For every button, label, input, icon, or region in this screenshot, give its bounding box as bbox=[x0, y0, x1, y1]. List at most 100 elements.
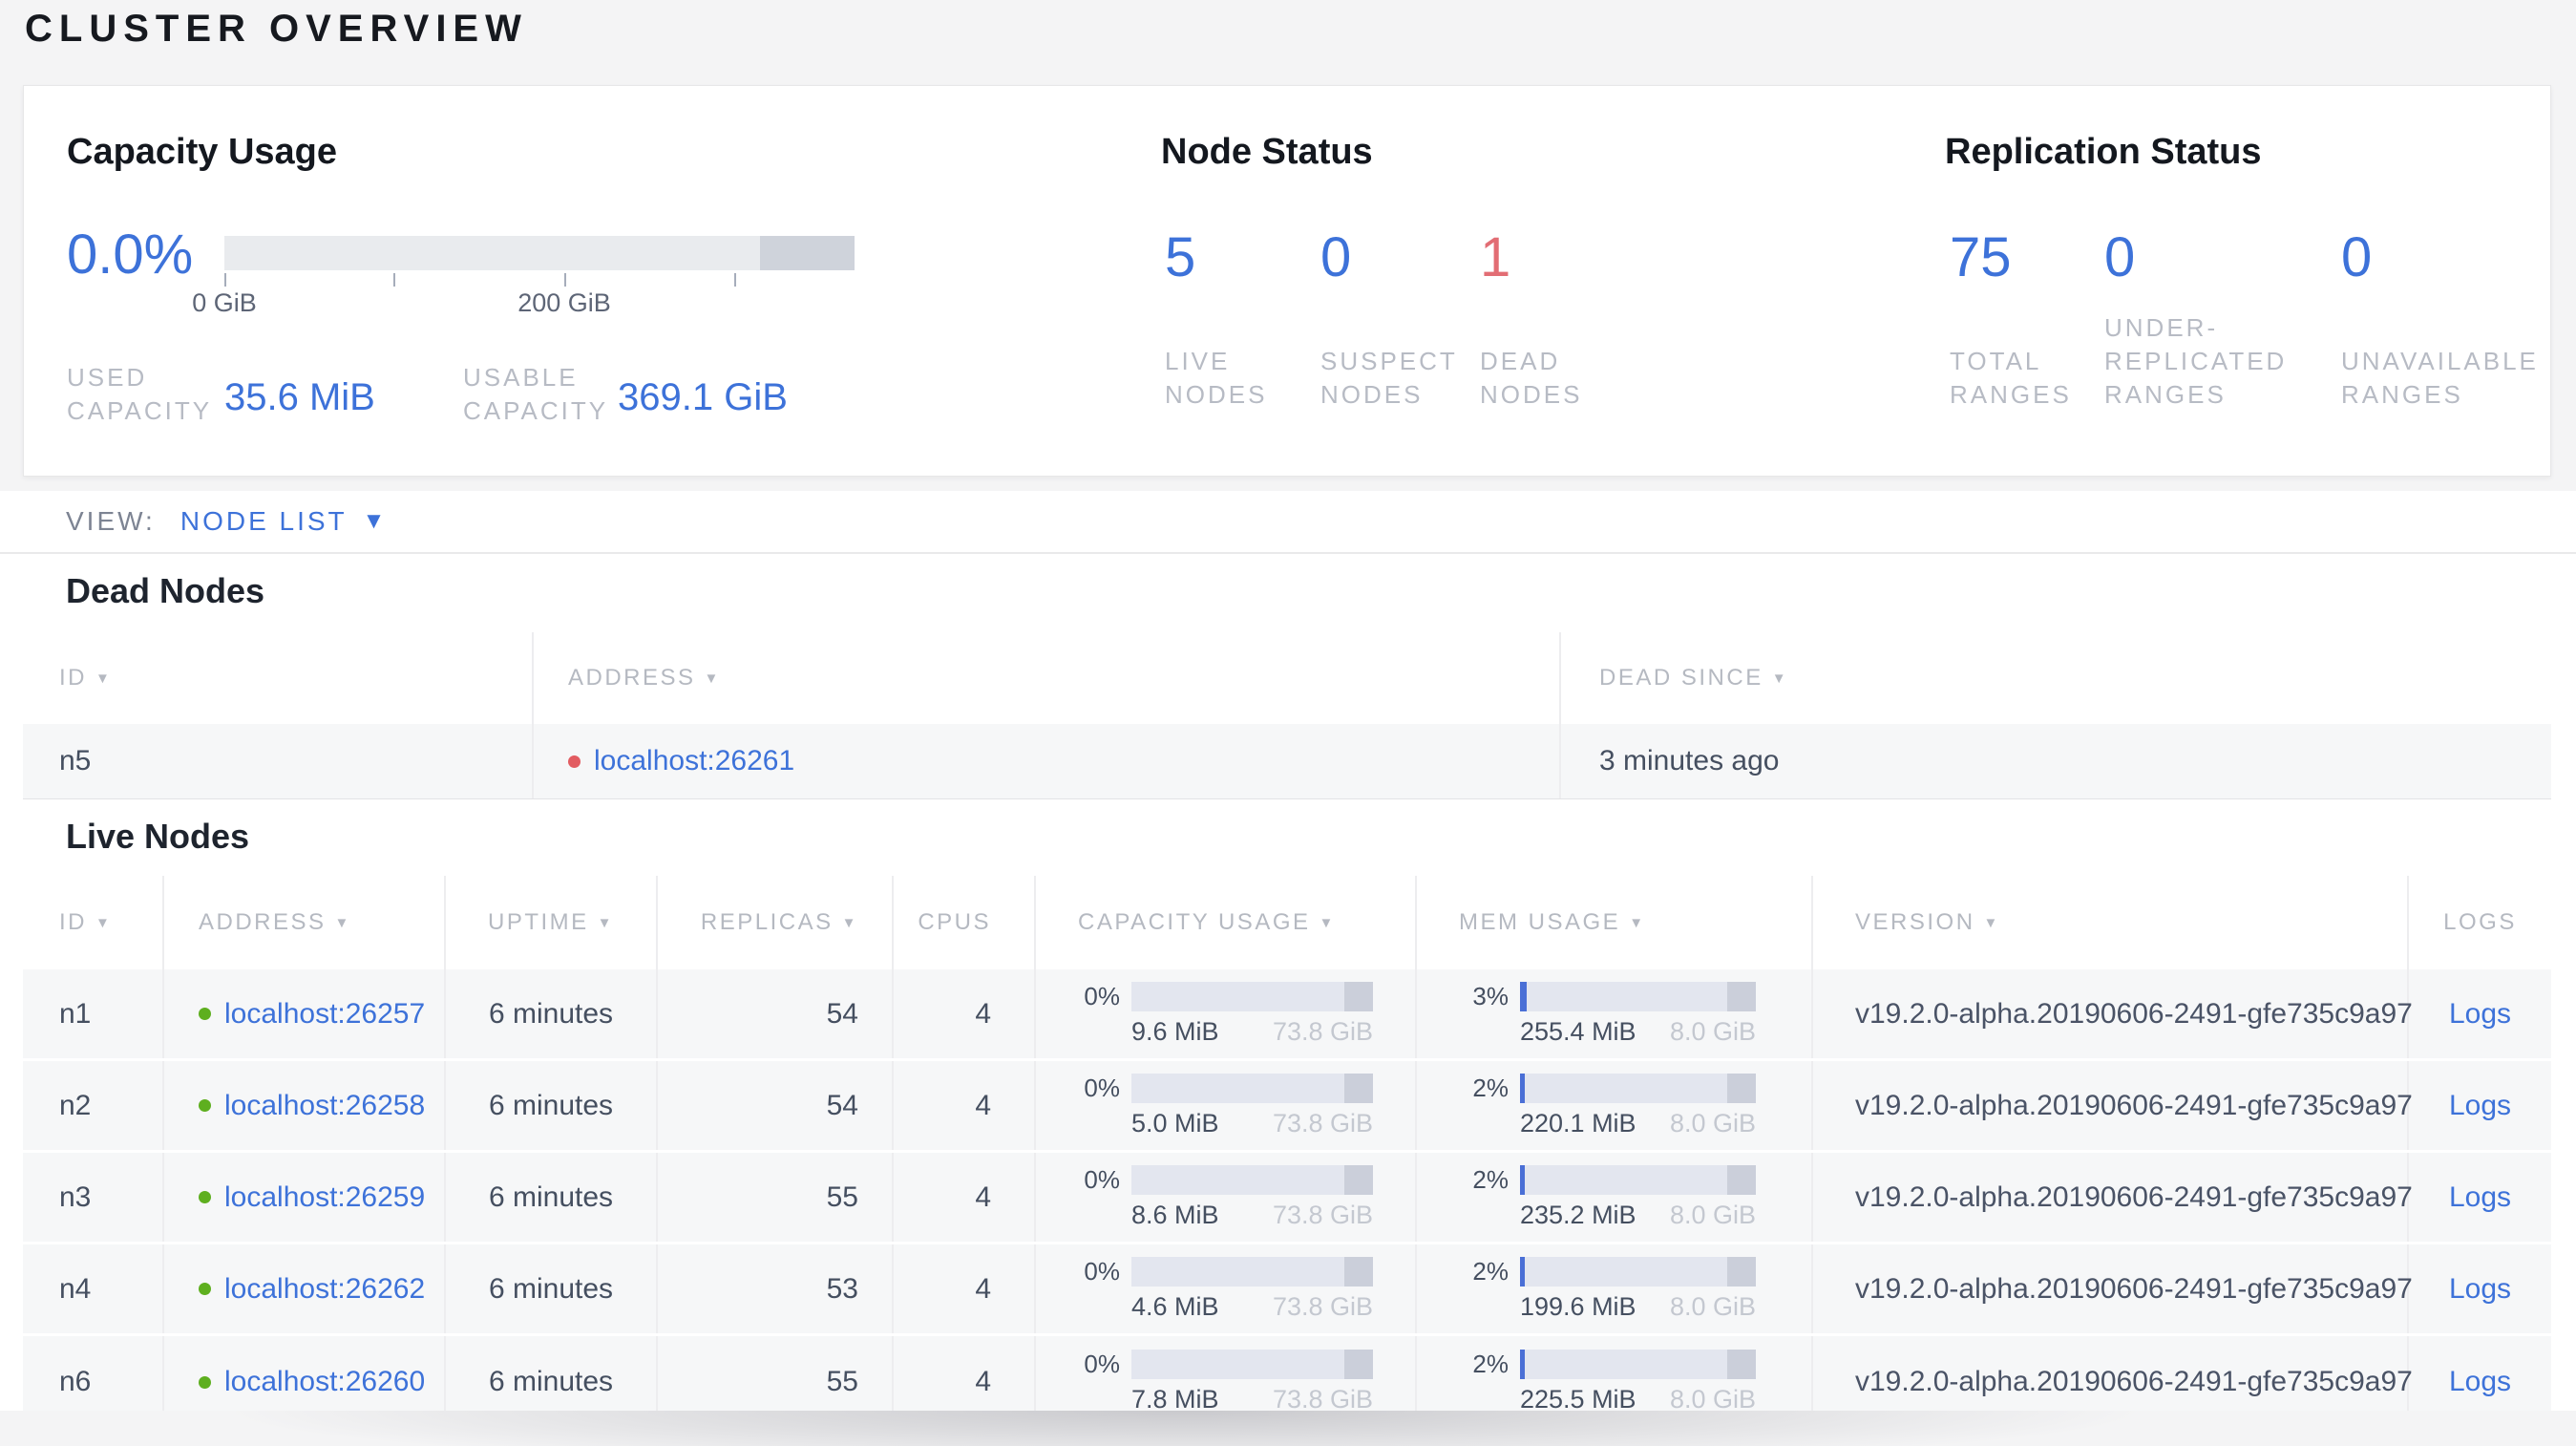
logs-link[interactable]: Logs bbox=[2449, 1090, 2511, 1122]
replication-status-title: Replication Status bbox=[1945, 132, 2262, 172]
tick-label-0gib: 0 GiB bbox=[192, 288, 257, 317]
cpus-cell: 4 bbox=[894, 969, 1036, 1058]
cpus-cell: 4 bbox=[894, 1336, 1036, 1411]
table-row: n6 localhost:26260 6 minutes 55 4 0% 7.8… bbox=[23, 1336, 2551, 1411]
node-id-cell: n6 bbox=[23, 1336, 164, 1411]
sort-icon: ▼ bbox=[95, 914, 113, 931]
suspect-nodes-label: SUSPECT NODES bbox=[1320, 347, 1458, 409]
capacity-usage-cell: 0% 5.0 MiB 73.8 GiB bbox=[1036, 1061, 1417, 1150]
sort-icon: ▼ bbox=[1319, 914, 1336, 931]
logs-link[interactable]: Logs bbox=[2449, 1273, 2511, 1306]
node-address-link[interactable]: localhost:26260 bbox=[224, 1366, 425, 1398]
mem-bar bbox=[1520, 1073, 1756, 1103]
node-id-cell: n5 bbox=[23, 724, 534, 798]
column-header-logs[interactable]: LOGS bbox=[2409, 876, 2551, 969]
live-nodes-heading: Live Nodes bbox=[66, 817, 250, 856]
mem-bar bbox=[1520, 981, 1756, 1011]
version-cell: v19.2.0-alpha.20190606-2491-gfe735c9a97 bbox=[1813, 1336, 2413, 1411]
column-header-id[interactable]: ID ▼ bbox=[23, 632, 534, 724]
capacity-axis-labels: 0 GiB 200 GiB bbox=[192, 288, 855, 321]
capacity-usage-cell: 0% 7.8 MiB 73.8 GiB bbox=[1036, 1336, 1417, 1411]
uptime-cell: 6 minutes bbox=[446, 1336, 658, 1411]
node-address-link[interactable]: localhost:26262 bbox=[224, 1273, 425, 1306]
logs-link[interactable]: Logs bbox=[2449, 1181, 2511, 1214]
version-cell: v19.2.0-alpha.20190606-2491-gfe735c9a97 bbox=[1813, 1153, 2413, 1242]
column-header-mem-usage[interactable]: MEM USAGE ▼ bbox=[1417, 876, 1813, 969]
uptime-cell: 6 minutes bbox=[446, 1244, 658, 1333]
capacity-bar bbox=[1131, 1073, 1373, 1103]
uptime-cell: 6 minutes bbox=[446, 1153, 658, 1242]
column-header-address[interactable]: ADDRESS ▼ bbox=[534, 632, 1561, 724]
replicas-cell: 53 bbox=[658, 1244, 894, 1333]
logs-link[interactable]: Logs bbox=[2449, 998, 2511, 1031]
main-panel: Dead Nodes ID ▼ ADDRESS ▼ DEAD SINCE ▼ n5 l… bbox=[0, 554, 2576, 1411]
version-cell: v19.2.0-alpha.20190606-2491-gfe735c9a97 bbox=[1813, 1244, 2413, 1333]
capacity-bar bbox=[1131, 981, 1373, 1011]
node-address-link[interactable]: localhost:26261 bbox=[594, 745, 794, 777]
node-address-cell: localhost:26260 bbox=[164, 1336, 446, 1411]
total-ranges-count: 75 bbox=[1950, 226, 2012, 288]
logs-link[interactable]: Logs bbox=[2449, 1366, 2511, 1398]
node-address-link[interactable]: localhost:26258 bbox=[224, 1090, 425, 1122]
column-header-uptime[interactable]: UPTIME ▼ bbox=[446, 876, 658, 969]
column-header-id[interactable]: ID ▼ bbox=[23, 876, 164, 969]
sort-icon: ▼ bbox=[95, 670, 113, 687]
node-address-link[interactable]: localhost:26257 bbox=[224, 998, 425, 1031]
dead-since-cell: 3 minutes ago bbox=[1599, 745, 1780, 776]
mem-usage-cell: 2% 225.5 MiB 8.0 GiB bbox=[1417, 1336, 1813, 1411]
table-row: n1 localhost:26257 6 minutes 54 4 0% 9.6… bbox=[23, 969, 2551, 1061]
live-status-dot-icon bbox=[199, 1375, 211, 1389]
dead-nodes-stat: 1 DEAD NODES bbox=[1480, 229, 1618, 412]
under-replicated-label: UNDER-REPLICATED RANGES bbox=[2104, 313, 2288, 409]
version-cell: v19.2.0-alpha.20190606-2491-gfe735c9a97 bbox=[1813, 1061, 2413, 1150]
node-address-cell: localhost:26259 bbox=[164, 1153, 446, 1242]
table-row: n5 localhost:26261 3 minutes ago bbox=[23, 724, 2551, 798]
column-header-address[interactable]: ADDRESS ▼ bbox=[164, 876, 446, 969]
capacity-percent: 0.0% bbox=[67, 223, 194, 286]
replicas-cell: 55 bbox=[658, 1153, 894, 1242]
replicas-cell: 54 bbox=[658, 969, 894, 1058]
dead-nodes-table-header: ID ▼ ADDRESS ▼ DEAD SINCE ▼ bbox=[23, 632, 2551, 724]
view-selector-dropdown[interactable]: NODE LIST ▼ bbox=[180, 506, 386, 537]
mem-usage-cell: 3% 255.4 MiB 8.0 GiB bbox=[1417, 969, 1813, 1058]
view-selected-value: NODE LIST bbox=[179, 506, 348, 536]
table-row: n4 localhost:26262 6 minutes 53 4 0% 4.6… bbox=[23, 1244, 2551, 1336]
tick-label-200gib: 200 GiB bbox=[517, 288, 611, 317]
sort-icon: ▼ bbox=[704, 670, 721, 687]
total-ranges-stat: 75 TOTAL RANGES bbox=[1950, 229, 2102, 412]
mem-bar bbox=[1520, 1164, 1756, 1195]
dead-nodes-label: DEAD NODES bbox=[1480, 347, 1583, 409]
live-nodes-table: ID ▼ ADDRESS ▼ UPTIME ▼ REPLICAS ▼ CPUS CAPA… bbox=[23, 876, 2551, 1411]
live-status-dot-icon bbox=[199, 1008, 211, 1020]
table-row: n2 localhost:26258 6 minutes 54 4 0% 5.0… bbox=[23, 1061, 2551, 1153]
cpus-cell: 4 bbox=[894, 1061, 1036, 1150]
capacity-bar bbox=[1131, 1350, 1373, 1379]
node-address-link[interactable]: localhost:26259 bbox=[224, 1181, 425, 1214]
dead-nodes-heading: Dead Nodes bbox=[66, 571, 265, 610]
logs-cell: Logs bbox=[2409, 1061, 2551, 1150]
capacity-bar-reserved-segment bbox=[760, 236, 855, 270]
column-header-replicas[interactable]: REPLICAS ▼ bbox=[658, 876, 894, 969]
live-nodes-stat: 5 LIVE NODES bbox=[1165, 229, 1303, 412]
under-replicated-count: 0 bbox=[2104, 226, 2136, 288]
mem-bar bbox=[1520, 1256, 1756, 1287]
sort-icon: ▼ bbox=[1629, 914, 1646, 931]
dead-nodes-count: 1 bbox=[1480, 226, 1511, 288]
column-header-dead-since[interactable]: DEAD SINCE ▼ bbox=[1561, 632, 2551, 724]
bottom-shadow bbox=[0, 1411, 2576, 1446]
column-header-capacity-usage[interactable]: CAPACITY USAGE ▼ bbox=[1036, 876, 1417, 969]
live-status-dot-icon bbox=[199, 1099, 211, 1112]
node-id-cell: n4 bbox=[23, 1244, 164, 1333]
node-address-cell: localhost:26257 bbox=[164, 969, 446, 1058]
sort-icon: ▼ bbox=[841, 914, 858, 931]
logs-cell: Logs bbox=[2409, 1244, 2551, 1333]
column-header-cpus[interactable]: CPUS bbox=[894, 876, 1036, 969]
capacity-usage-cell: 0% 9.6 MiB 73.8 GiB bbox=[1036, 969, 1417, 1058]
column-header-version[interactable]: VERSION ▼ bbox=[1813, 876, 2409, 969]
unavailable-count: 0 bbox=[2341, 226, 2373, 288]
sort-icon: ▼ bbox=[1771, 670, 1789, 687]
used-capacity-value: 35.6 MiB bbox=[224, 376, 375, 418]
uptime-cell: 6 minutes bbox=[446, 969, 658, 1058]
live-status-dot-icon bbox=[199, 1191, 211, 1203]
summary-card: Capacity Usage 0.0% 0 GiB 200 GiB USED C… bbox=[23, 85, 2551, 477]
